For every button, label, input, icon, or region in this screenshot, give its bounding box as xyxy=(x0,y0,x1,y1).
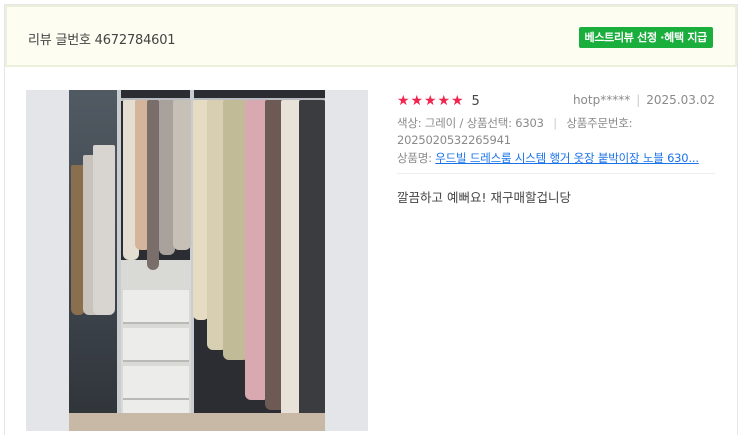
drawer-unit xyxy=(121,260,191,431)
meta-divider: | xyxy=(636,93,641,107)
order-number: 2025020532265941 xyxy=(397,133,511,147)
review-text: 깔끔하고 예뻐요! 재구매할겁니당 xyxy=(397,190,571,205)
product-option: 색상: 그레이 / 상품선택: 6303 xyxy=(397,116,544,130)
star-icon: ★ xyxy=(424,93,437,109)
star-icon: ★ xyxy=(451,93,464,109)
product-name-label: 상품명: xyxy=(397,151,436,165)
review-photo[interactable] xyxy=(26,90,368,431)
closet-image xyxy=(69,90,325,431)
best-review-badge: 베스트리뷰 선정 ·혜택 지급 xyxy=(578,27,713,48)
review-number: 리뷰 글번호 4672784601 xyxy=(28,33,176,48)
rating-score: 5 xyxy=(471,93,480,109)
review-header: 리뷰 글번호 4672784601 베스트리뷰 선정 ·혜택 지급 xyxy=(5,5,737,67)
review-meta: hotp***** | 2025.03.02 xyxy=(573,93,715,107)
product-name-link[interactable]: 우드빌 드레스룸 시스템 행거 옷장 붙박이장 노블 630... xyxy=(435,151,699,165)
product-name-line: 상품명: 우드빌 드레스룸 시스템 행거 옷장 붙박이장 노블 630... xyxy=(397,150,715,166)
rating: ★ ★ ★ ★ ★ 5 xyxy=(397,92,480,110)
product-option-line: 색상: 그레이 / 상품선택: 6303 | 상품주문번호: xyxy=(397,115,633,131)
divider xyxy=(397,173,715,174)
option-divider: | xyxy=(553,116,557,130)
star-icon: ★ xyxy=(410,93,424,109)
order-number-label: 상품주문번호: xyxy=(566,116,633,130)
star-icon: ★ xyxy=(397,93,410,109)
star-rating: ★ ★ ★ ★ ★ xyxy=(397,94,465,108)
star-icon: ★ xyxy=(437,93,451,109)
review-author: hotp***** xyxy=(572,93,631,107)
review-date: 2025.03.02 xyxy=(646,93,715,107)
